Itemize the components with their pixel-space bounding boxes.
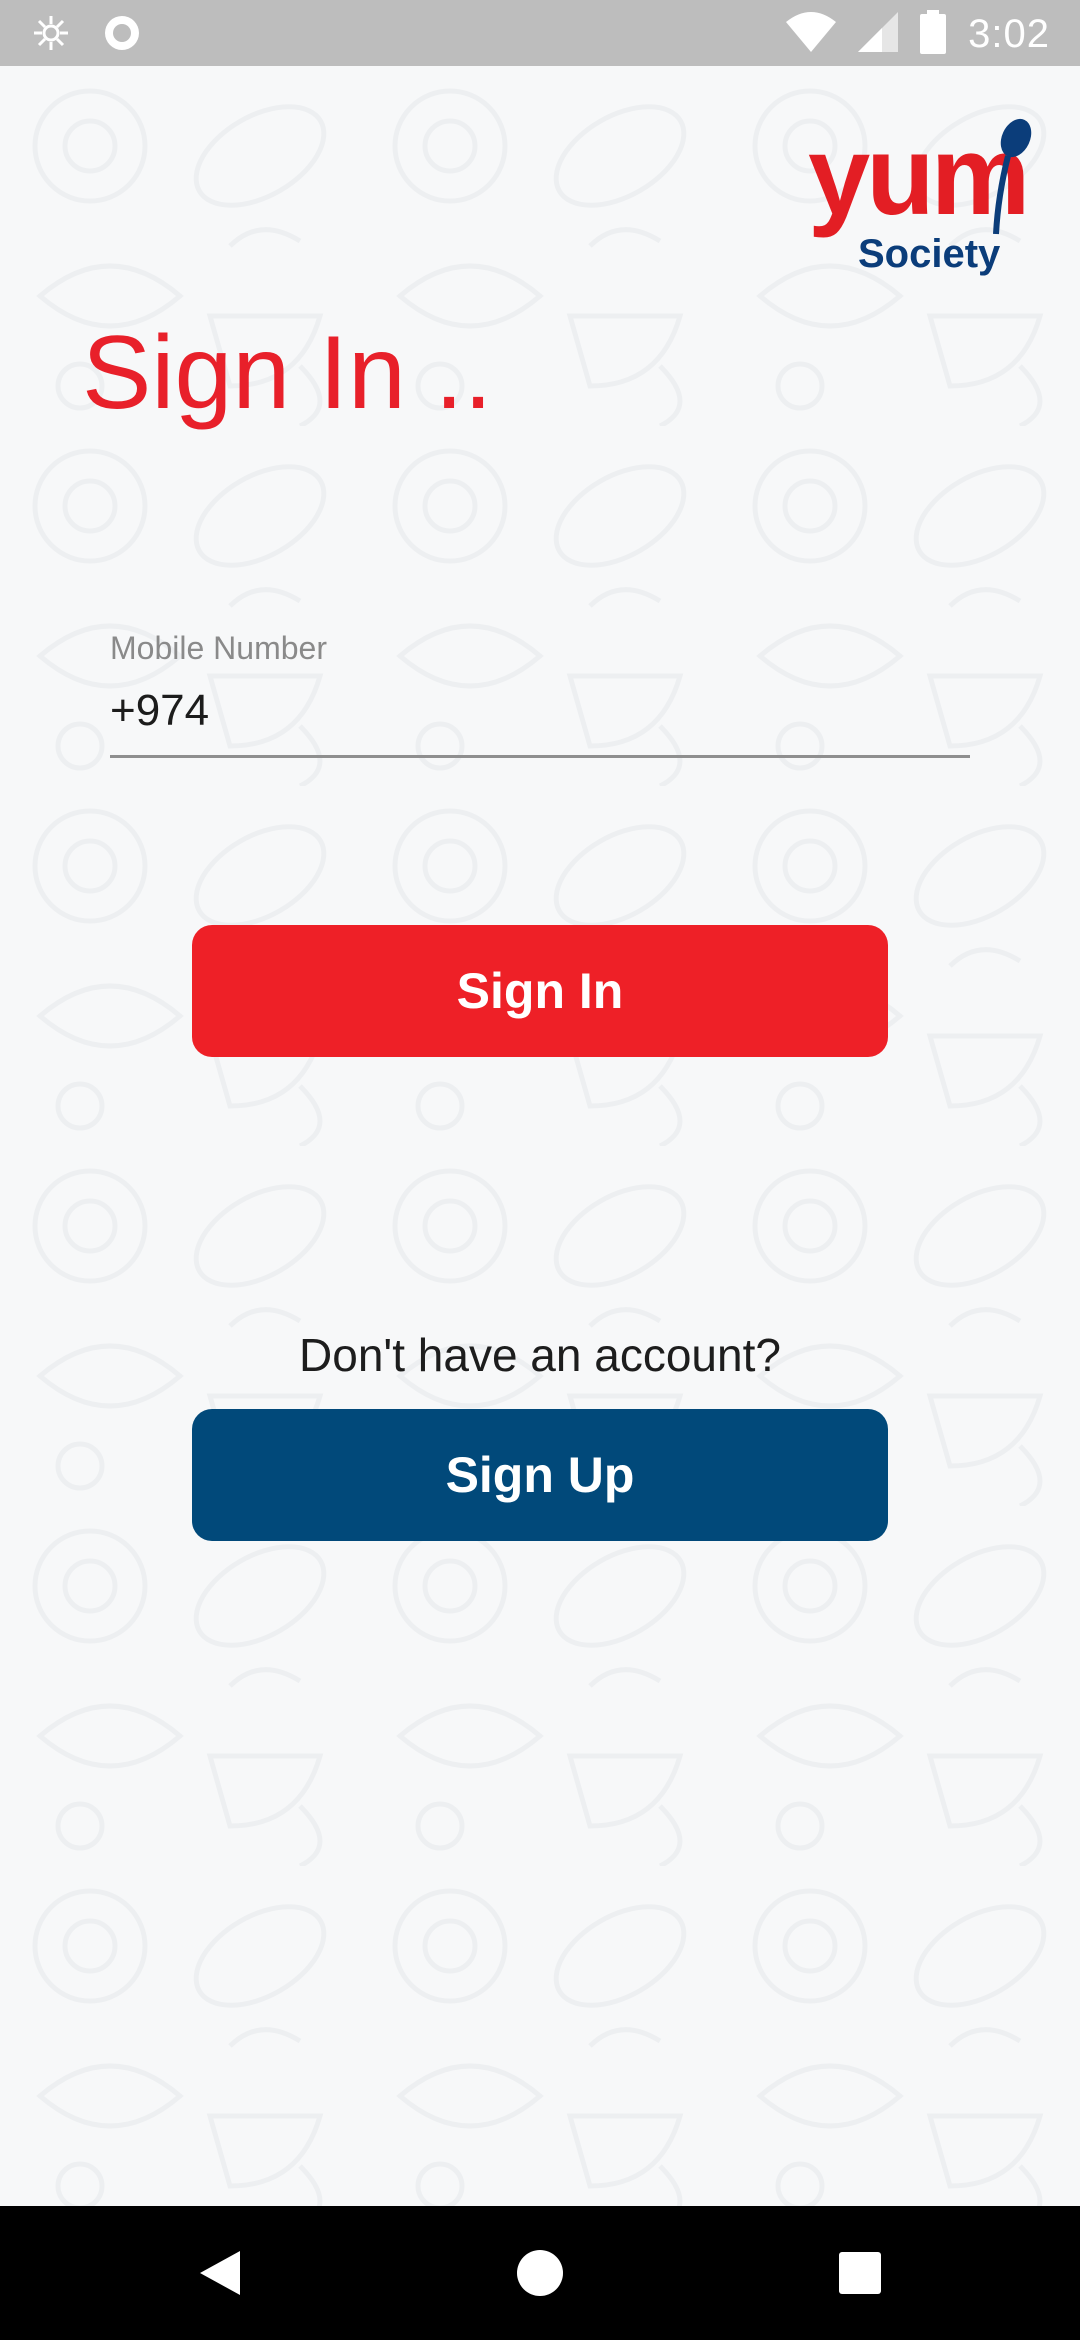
- app-notification-icon: [30, 12, 72, 59]
- circle-notification-icon: [102, 13, 142, 58]
- page-title: Sign In ..: [82, 315, 493, 431]
- status-time: 3:02: [968, 12, 1050, 56]
- sign-in-button[interactable]: Sign In: [192, 925, 888, 1057]
- mobile-number-label: Mobile Number: [110, 630, 327, 666]
- recents-icon[interactable]: [790, 2206, 930, 2340]
- mobile-number-input[interactable]: [110, 679, 970, 758]
- yum-society-logo: yum Society: [780, 116, 1040, 306]
- spoon-icon: [993, 118, 1032, 235]
- no-account-text: Don't have an account?: [299, 1329, 781, 1381]
- app-screen: yum Society Sign In .. Mobile Number Sig…: [0, 66, 1080, 2206]
- battery-icon: [920, 10, 947, 59]
- mobile-number-field: Mobile Number: [110, 630, 970, 758]
- status-bar: 3:02: [0, 0, 1080, 66]
- home-icon[interactable]: [470, 2206, 610, 2340]
- status-right-icons: 3:02: [786, 10, 1050, 59]
- navigation-bar: [0, 2206, 1080, 2340]
- wifi-icon: [786, 10, 837, 59]
- cell-signal-icon: [858, 12, 899, 57]
- logo-society-text: Society: [858, 232, 1001, 276]
- sign-up-button[interactable]: Sign Up: [192, 1409, 888, 1541]
- status-left-icons: [30, 12, 142, 59]
- back-icon[interactable]: [150, 2206, 290, 2340]
